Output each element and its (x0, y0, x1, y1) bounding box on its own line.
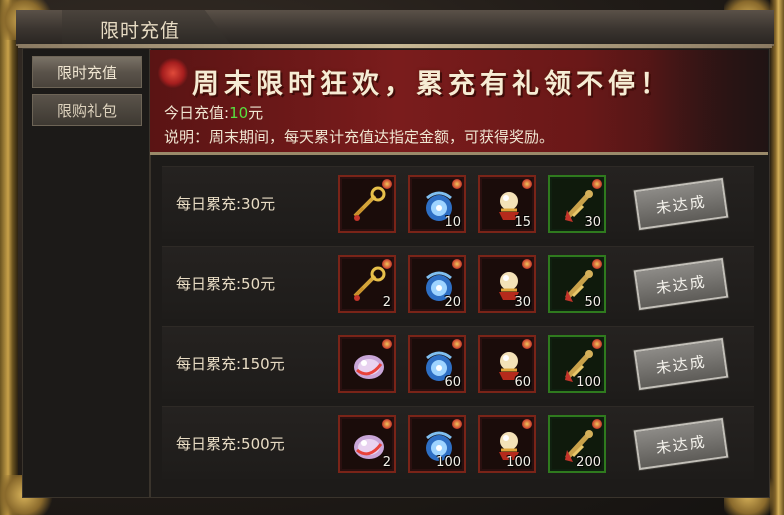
crystal-gem-icon[interactable]: 2 (338, 415, 396, 473)
badge-icon (592, 339, 602, 349)
reward-threshold: 每日累充:30元 (176, 195, 276, 213)
dragon-border-left (0, 0, 18, 515)
today-recharge-amount: 10 (229, 104, 249, 122)
crystal-gem-icon[interactable] (338, 335, 396, 393)
item-quantity: 30 (514, 295, 531, 310)
red-gold-talisman-icon[interactable]: 50 (548, 255, 606, 313)
pearl-stand-icon[interactable]: 100 (478, 415, 536, 473)
reward-row: 每日累充:30元 10 15 30 未达成 (162, 166, 754, 239)
blue-dragon-orb-icon[interactable]: 60 (408, 335, 466, 393)
badge-icon (452, 259, 462, 269)
item-quantity: 200 (576, 455, 601, 470)
reward-threshold: 每日累充:50元 (176, 275, 276, 293)
badge-icon (592, 419, 602, 429)
red-gold-talisman-icon[interactable]: 100 (548, 335, 606, 393)
dragon-border-right (770, 0, 784, 515)
item-quantity: 2 (382, 455, 391, 470)
item-quantity: 15 (514, 215, 531, 230)
badge-icon (522, 339, 532, 349)
nav-item-limited-gift-pack[interactable]: 限购礼包 (32, 94, 142, 126)
item-quantity: 60 (514, 375, 531, 390)
banner-divider (150, 152, 768, 155)
badge-icon (522, 179, 532, 189)
today-recharge-unit: 元 (248, 104, 264, 122)
blue-dragon-orb-icon[interactable]: 10 (408, 175, 466, 233)
badge-icon (382, 419, 392, 429)
reward-threshold: 每日累充:500元 (176, 435, 285, 453)
nav-item-limited-recharge[interactable]: 限时充值 (32, 56, 142, 88)
item-quantity: 30 (584, 215, 601, 230)
reward-threshold: 每日累充:150元 (176, 355, 285, 373)
reward-row: 每日累充:50元 2 20 30 50 未达成 (162, 246, 754, 319)
badge-icon (452, 419, 462, 429)
item-quantity: 2 (382, 295, 391, 310)
window-title: 限时充值 (100, 20, 181, 42)
red-gold-talisman-icon[interactable]: 200 (548, 415, 606, 473)
badge-icon (382, 339, 392, 349)
blue-dragon-orb-icon[interactable]: 20 (408, 255, 466, 313)
badge-icon (592, 259, 602, 269)
reward-row: 每日累充:150元 60 60 100 未达成 (162, 326, 754, 399)
reward-row: 每日累充:500元 2 100 100 200 未达成 (162, 406, 754, 479)
item-quantity: 100 (436, 455, 461, 470)
red-gold-talisman-icon[interactable]: 30 (548, 175, 606, 233)
status-not-achieved-stamp[interactable]: 未达成 (633, 257, 729, 311)
badge-icon (522, 259, 532, 269)
status-not-achieved-stamp[interactable]: 未达成 (633, 337, 729, 391)
side-nav: 限时充值 限购礼包 (22, 48, 150, 498)
banner-headline: 周末限时狂欢，累充有礼领不停！ (192, 69, 672, 100)
badge-icon (592, 179, 602, 189)
item-quantity: 100 (576, 375, 601, 390)
game-window: 限时充值 限时充值 限购礼包 周末限时狂欢，累充有礼领不停！ 今日充值:10元 … (0, 0, 784, 515)
event-description: 说明：周末期间，每天累计充值达指定金额，可获得奖励。 (164, 128, 555, 146)
badge-icon (452, 179, 462, 189)
pearl-stand-icon[interactable]: 60 (478, 335, 536, 393)
badge-icon (382, 179, 392, 189)
golden-key-icon[interactable]: 2 (338, 255, 396, 313)
item-quantity: 60 (444, 375, 461, 390)
status-not-achieved-stamp[interactable]: 未达成 (633, 177, 729, 231)
badge-icon (522, 419, 532, 429)
item-quantity: 20 (444, 295, 461, 310)
firework-icon (158, 58, 188, 88)
badge-icon (452, 339, 462, 349)
pearl-stand-icon[interactable]: 15 (478, 175, 536, 233)
golden-key-icon[interactable] (338, 175, 396, 233)
today-recharge: 今日充值:10元 (164, 102, 263, 123)
blue-dragon-orb-icon[interactable]: 100 (408, 415, 466, 473)
item-quantity: 50 (584, 295, 601, 310)
today-recharge-label: 今日充值: (164, 104, 230, 122)
badge-icon (382, 259, 392, 269)
item-quantity: 10 (444, 215, 461, 230)
status-not-achieved-stamp[interactable]: 未达成 (633, 417, 729, 471)
pearl-stand-icon[interactable]: 30 (478, 255, 536, 313)
item-quantity: 100 (506, 455, 531, 470)
